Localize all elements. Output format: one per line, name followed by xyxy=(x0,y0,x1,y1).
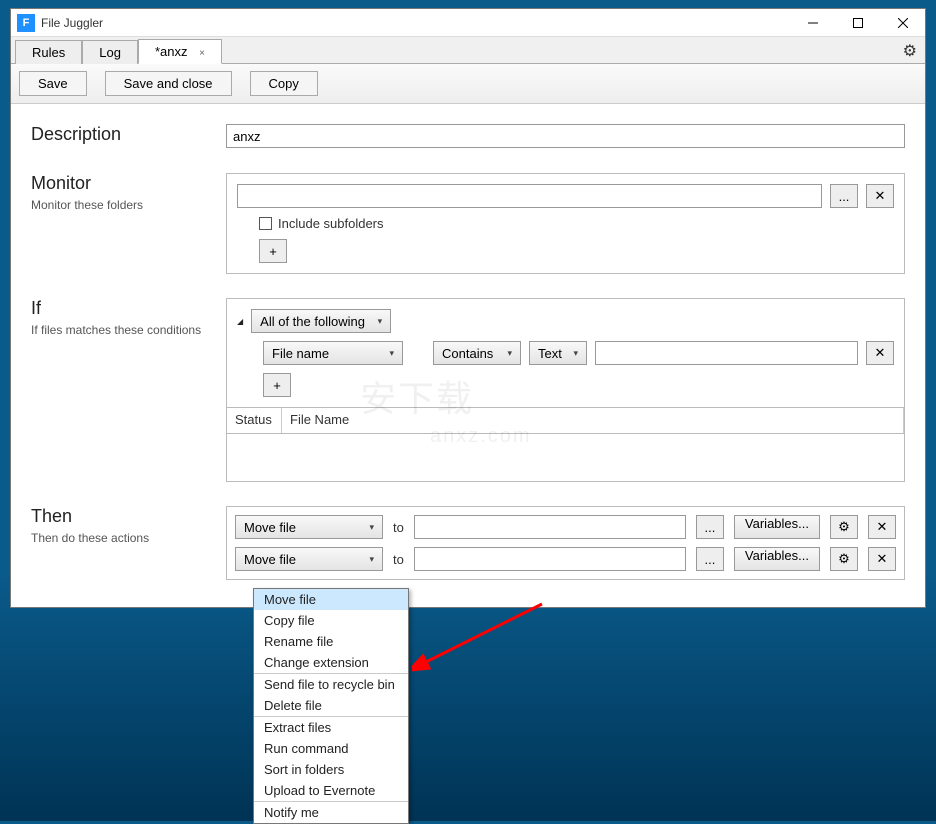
remove-condition-button[interactable]: ✕ xyxy=(866,341,894,365)
maximize-button[interactable] xyxy=(835,9,880,37)
condition-type-label: Text xyxy=(538,346,562,361)
action1-dropdown[interactable]: Move file ▾ xyxy=(235,515,383,539)
condition-value-input[interactable] xyxy=(595,341,858,365)
then-label: Then xyxy=(31,506,214,527)
popup-item-move-file[interactable]: Move file xyxy=(254,589,408,610)
collapse-triangle-icon[interactable]: ◢ xyxy=(237,317,243,326)
popup-item-change-extension[interactable]: Change extension xyxy=(254,652,408,673)
app-icon: F xyxy=(17,14,35,32)
add-folder-button[interactable]: + xyxy=(259,239,287,263)
monitor-sublabel: Monitor these folders xyxy=(31,198,214,212)
include-subfolders-label: Include subfolders xyxy=(278,216,384,231)
minimize-button[interactable] xyxy=(790,9,835,37)
toolbar: Save Save and close Copy xyxy=(11,64,925,104)
to-label: to xyxy=(393,552,404,567)
tabbar: Rules Log *anxz × ⚙ xyxy=(11,37,925,64)
chevron-down-icon: ▾ xyxy=(507,348,512,359)
action1-path-input[interactable] xyxy=(414,515,686,539)
browse-folder-button[interactable]: ... xyxy=(830,184,858,208)
description-row: Description xyxy=(31,124,905,149)
to-label: to xyxy=(393,520,404,535)
tab-log[interactable]: Log xyxy=(82,40,138,64)
close-window-button[interactable] xyxy=(880,9,925,37)
chevron-down-icon: ▾ xyxy=(389,348,394,359)
action-row-2: Move file ▾ to ... Variables... ⚙ ✕ xyxy=(235,547,896,571)
action1-browse-button[interactable]: ... xyxy=(696,515,724,539)
popup-item-copy-file[interactable]: Copy file xyxy=(254,610,408,631)
tab-current[interactable]: *anxz × xyxy=(138,39,222,64)
if-table-body xyxy=(226,434,905,482)
window-title: File Juggler xyxy=(41,16,103,30)
action2-remove-button[interactable]: ✕ xyxy=(868,547,896,571)
save-button[interactable]: Save xyxy=(19,71,87,96)
description-input[interactable] xyxy=(226,124,905,148)
save-and-close-button[interactable]: Save and close xyxy=(105,71,232,96)
popup-item-delete-file[interactable]: Delete file xyxy=(254,695,408,716)
monitor-row: Monitor Monitor these folders ... ✕ Incl… xyxy=(31,173,905,274)
action-dropdown-popup: Move file Copy file Rename file Change e… xyxy=(253,588,409,824)
tab-close-icon[interactable]: × xyxy=(199,48,205,59)
match-mode-label: All of the following xyxy=(260,314,365,329)
condition-op-label: Contains xyxy=(442,346,493,361)
copy-button[interactable]: Copy xyxy=(250,71,318,96)
then-panel: Move file ▾ to ... Variables... ⚙ ✕ Move… xyxy=(226,506,905,580)
tab-rules[interactable]: Rules xyxy=(15,40,82,64)
popup-item-sort-folders[interactable]: Sort in folders xyxy=(254,759,408,780)
then-row: Then Then do these actions Move file ▾ t… xyxy=(31,506,905,580)
monitor-panel: ... ✕ Include subfolders + xyxy=(226,173,905,274)
action1-remove-button[interactable]: ✕ xyxy=(868,515,896,539)
remove-folder-button[interactable]: ✕ xyxy=(866,184,894,208)
then-sublabel: Then do these actions xyxy=(31,531,214,545)
action2-gear-button[interactable]: ⚙ xyxy=(830,547,858,571)
if-panel: ◢ All of the following ▾ File name ▾ xyxy=(226,298,905,408)
chevron-down-icon: ▾ xyxy=(369,554,374,565)
popup-item-run-command[interactable]: Run command xyxy=(254,738,408,759)
monitor-folder-input[interactable] xyxy=(237,184,822,208)
description-label: Description xyxy=(31,124,214,145)
popup-item-extract-files[interactable]: Extract files xyxy=(254,717,408,738)
popup-item-rename-file[interactable]: Rename file xyxy=(254,631,408,652)
chevron-down-icon: ▾ xyxy=(573,348,578,359)
action2-dropdown[interactable]: Move file ▾ xyxy=(235,547,383,571)
app-window: F File Juggler Rules Log *anxz × ⚙ Save … xyxy=(10,8,926,608)
th-status: Status xyxy=(227,408,282,433)
include-subfolders-checkbox[interactable]: Include subfolders xyxy=(259,216,894,231)
if-table-header: Status File Name xyxy=(226,408,905,434)
if-sublabel: If files matches these conditions xyxy=(31,323,214,337)
popup-item-notify-me[interactable]: Notify me xyxy=(254,802,408,823)
action-row-1: Move file ▾ to ... Variables... ⚙ ✕ xyxy=(235,515,896,539)
settings-gear-icon[interactable]: ⚙ xyxy=(903,41,917,61)
condition-type-dropdown[interactable]: Text ▾ xyxy=(529,341,587,365)
chevron-down-icon: ▾ xyxy=(378,316,383,327)
popup-item-upload-evernote[interactable]: Upload to Evernote xyxy=(254,780,408,801)
if-label: If xyxy=(31,298,214,319)
tab-current-label: *anxz xyxy=(155,44,188,59)
condition-field-dropdown[interactable]: File name ▾ xyxy=(263,341,403,365)
action1-label: Move file xyxy=(244,520,296,535)
checkbox-icon xyxy=(259,217,272,230)
action2-label: Move file xyxy=(244,552,296,567)
chevron-down-icon: ▾ xyxy=(369,522,374,533)
action1-variables-button[interactable]: Variables... xyxy=(734,515,820,539)
action2-variables-button[interactable]: Variables... xyxy=(734,547,820,571)
monitor-label: Monitor xyxy=(31,173,214,194)
popup-item-recycle-bin[interactable]: Send file to recycle bin xyxy=(254,674,408,695)
action2-browse-button[interactable]: ... xyxy=(696,547,724,571)
condition-field-label: File name xyxy=(272,346,329,361)
titlebar: F File Juggler xyxy=(11,9,925,37)
content-area: Description Monitor Monitor these folder… xyxy=(11,104,925,607)
if-row: If If files matches these conditions ◢ A… xyxy=(31,298,905,482)
action1-gear-button[interactable]: ⚙ xyxy=(830,515,858,539)
match-mode-dropdown[interactable]: All of the following ▾ xyxy=(251,309,391,333)
th-filename: File Name xyxy=(282,408,904,433)
add-condition-button[interactable]: + xyxy=(263,373,291,397)
condition-op-dropdown[interactable]: Contains ▾ xyxy=(433,341,521,365)
action2-path-input[interactable] xyxy=(414,547,686,571)
